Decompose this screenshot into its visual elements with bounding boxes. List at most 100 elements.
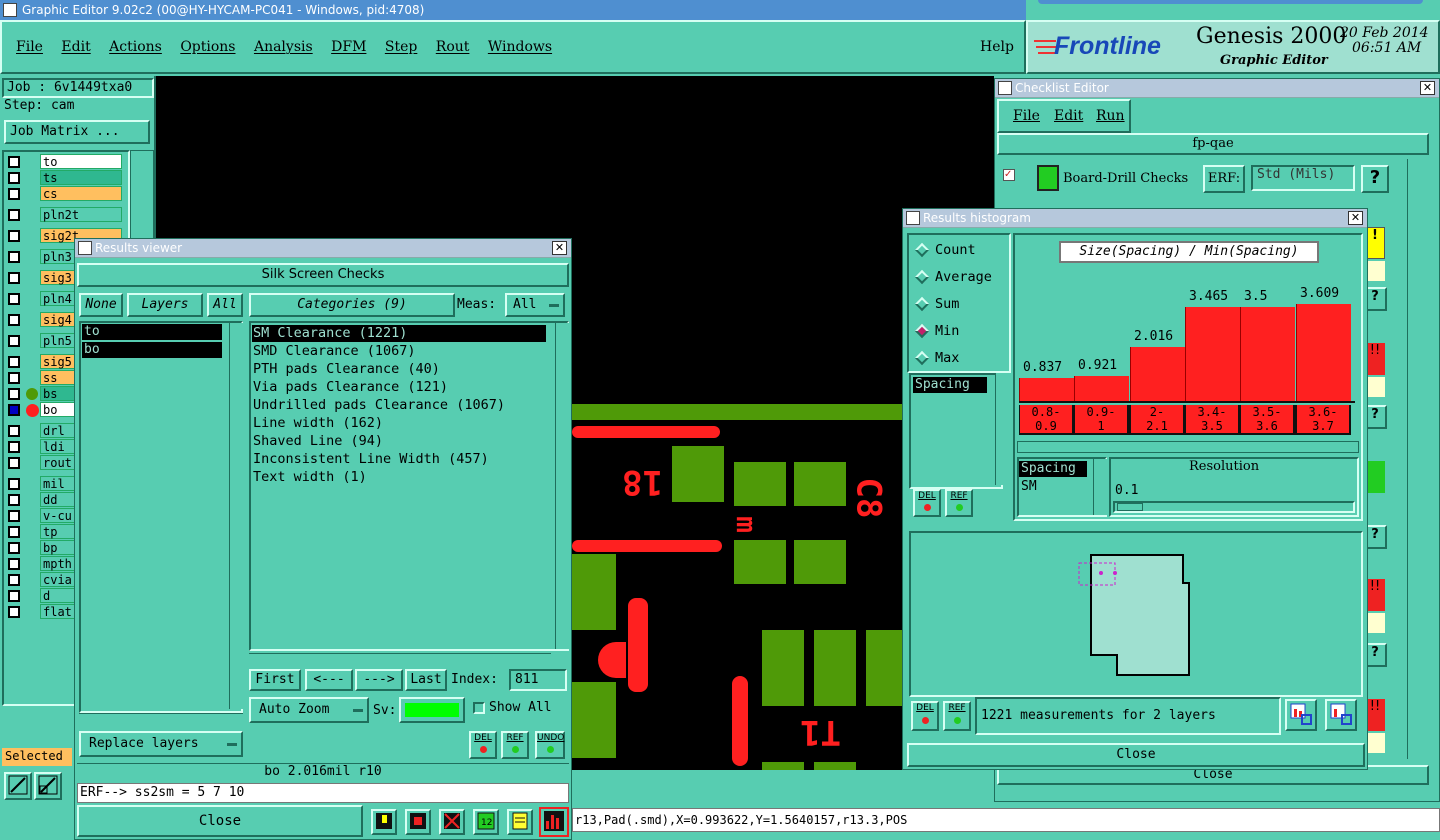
rv-undo-button[interactable]: UNDO [535,731,565,759]
histogram-bar[interactable] [1240,307,1295,401]
histogram-bar[interactable] [1130,347,1185,401]
rh-layer-item-sm[interactable]: SM [1019,479,1037,494]
layer-checkbox[interactable] [8,494,20,506]
rv-category-item[interactable]: Inconsistent Line Width (457) [252,451,546,468]
menu-windows[interactable]: Windows [488,39,552,55]
rv-none-button[interactable]: None [79,293,123,317]
rh-del-button-2[interactable]: DEL [911,701,939,731]
rv-layer-item-to[interactable]: to [82,324,222,340]
rv-layer-hscroll[interactable] [79,713,243,725]
rh-ref-button-1[interactable]: REF [945,489,973,517]
layer-checkbox[interactable] [8,510,20,522]
menu-actions[interactable]: Actions [109,39,162,55]
layer-checkbox[interactable] [8,388,20,400]
rv-category-hscroll[interactable] [249,653,551,665]
ce-menu-file[interactable]: File [1013,108,1040,124]
rh-mode-sum[interactable]: Sum [914,295,1005,315]
rv-category-item[interactable]: Line width (162) [252,415,546,432]
layer-checkbox[interactable] [8,425,20,437]
rv-replace-layers-select[interactable]: Replace layers [79,731,243,757]
layer-checkbox[interactable] [8,526,20,538]
histogram-bar[interactable] [1185,307,1240,401]
ce-menu-edit[interactable]: Edit [1054,108,1083,124]
ce-scrollbar[interactable] [1407,159,1425,759]
ce-check-flag-icon[interactable]: ✓ [1003,169,1015,181]
layer-checkbox[interactable] [8,404,20,416]
rh-mode-count[interactable]: Count [914,241,1005,261]
menu-options[interactable]: Options [180,39,235,55]
rh-chart-hscroll[interactable] [1017,441,1359,453]
ce-menu-run[interactable]: Run [1096,108,1125,124]
rh-del-button-1[interactable]: DEL [913,489,941,517]
layer-checkbox[interactable] [8,335,20,347]
layer-row-ts[interactable]: ts [6,170,124,186]
rv-close-button[interactable]: Close [77,805,363,837]
rh-mode-max[interactable]: Max [914,349,1005,369]
rh-close-button[interactable]: Close [907,743,1365,767]
tool-histogram-button[interactable] [539,807,569,837]
menu-file[interactable]: File [16,39,43,55]
rh-measure-scrollbar[interactable] [995,373,1009,485]
rv-category-item[interactable]: SMD Clearance (1067) [252,343,546,360]
zoom-fit-button[interactable] [4,772,32,800]
job-matrix-button[interactable]: Job Matrix ... [4,120,150,144]
histogram-bar[interactable] [1019,378,1074,401]
histogram-bar[interactable] [1074,376,1129,401]
rv-layer-scrollbar[interactable] [229,323,243,709]
rv-layer-item-bo[interactable]: bo [82,342,222,358]
rh-mode-min[interactable]: Min [914,322,1005,342]
rh-close-icon[interactable]: ✕ [1348,211,1363,225]
ce-help-button[interactable]: ? [1361,165,1389,193]
rv-del-button[interactable]: DEL [469,731,497,759]
rv-prev-button[interactable]: <--- [305,669,353,691]
rv-category-item[interactable]: Shaved Line (94) [252,433,546,450]
menu-edit[interactable]: Edit [61,39,90,55]
rv-close-icon[interactable]: ✕ [552,241,567,255]
layer-checkbox[interactable] [8,188,20,200]
slider-thumb[interactable] [1117,503,1143,511]
layer-checkbox[interactable] [8,590,20,602]
ce-close-icon[interactable]: ✕ [1420,81,1435,95]
layer-checkbox[interactable] [8,542,20,554]
tool-numbers-button[interactable]: 12 [473,809,499,835]
rv-all-button[interactable]: All [207,293,243,317]
ce-erf-input[interactable]: Std (Mils) [1251,165,1355,191]
rv-index-input[interactable]: 811 [509,669,567,691]
rh-resolution-slider[interactable] [1113,501,1355,513]
layer-checkbox[interactable] [8,156,20,168]
rv-auto-zoom-select[interactable]: Auto Zoom [249,697,369,723]
layer-checkbox[interactable] [8,209,20,221]
layer-checkbox[interactable] [8,272,20,284]
layer-checkbox[interactable] [8,230,20,242]
rv-category-item[interactable]: Via pads Clearance (121) [252,379,546,396]
rv-ref-button[interactable]: REF [501,731,529,759]
rv-category-item[interactable]: Text width (1) [252,469,546,486]
rh-layer-item-spacing[interactable]: Spacing [1019,461,1087,477]
layer-checkbox[interactable] [8,606,20,618]
menu-dfm[interactable]: DFM [331,39,366,55]
rh-ref-button-2[interactable]: REF [943,701,971,731]
histogram-bar[interactable] [1296,304,1351,401]
rv-first-button[interactable]: First [249,669,301,691]
rv-category-scrollbar[interactable] [555,323,569,649]
layer-row-cs[interactable]: cs [6,186,124,202]
menu-step[interactable]: Step [385,39,417,55]
rv-last-button[interactable]: Last [405,669,447,691]
tool-notes-button[interactable] [507,809,533,835]
rv-category-item[interactable]: Undrilled pads Clearance (1067) [252,397,546,414]
layer-checkbox[interactable] [8,314,20,326]
rh-measure-item[interactable]: Spacing [913,377,987,393]
layer-checkbox[interactable] [8,574,20,586]
rh-mode-average[interactable]: Average [914,268,1005,288]
rv-sv-color-select[interactable] [399,697,465,723]
rh-export-button-1[interactable] [1285,699,1317,731]
layer-row-pln2t[interactable]: pln2t [6,207,124,223]
tool-cross-button[interactable] [439,809,465,835]
rv-category-item[interactable]: SM Clearance (1221) [252,325,546,342]
layer-checkbox[interactable] [8,172,20,184]
layer-checkbox[interactable] [8,441,20,453]
rv-show-all-checkbox[interactable] [473,702,485,714]
rv-category-item[interactable]: PTH pads Clearance (40) [252,361,546,378]
tool-arrow-button[interactable] [405,809,431,835]
menu-rout[interactable]: Rout [436,39,470,55]
